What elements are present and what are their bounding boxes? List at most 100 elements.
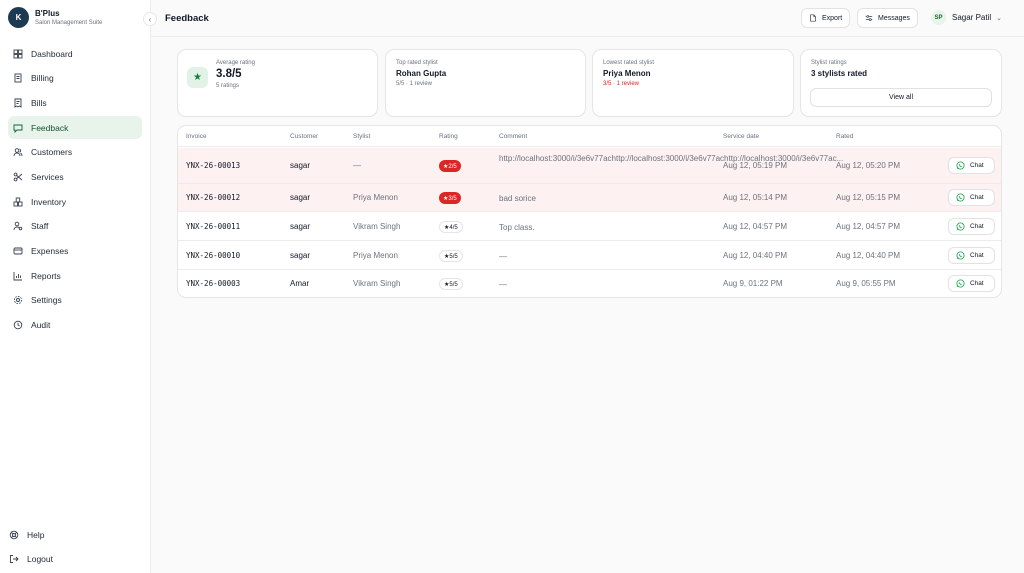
- sidebar-nav: Dashboard Billing Bills Feedback Customers Se…: [8, 42, 142, 338]
- sidebar-item-help[interactable]: Help: [8, 523, 142, 546]
- average-rating-card: ★ Average rating 3.8/5 5 ratings: [177, 49, 378, 117]
- service-date-cell: Aug 12, 04:40 PM: [723, 251, 788, 260]
- sidebar-item-label: Logout: [27, 554, 53, 565]
- rating-badge: ★2/5: [439, 160, 461, 172]
- sidebar-item-audit[interactable]: Audit: [8, 314, 142, 337]
- customer-cell: sagar: [290, 193, 311, 202]
- top-stylist-card: Top rated stylist Rohan Gupta 5/5 · 1 re…: [385, 49, 586, 117]
- column-header-rated: Rated: [836, 133, 854, 140]
- service-date-cell: Aug 12, 05:14 PM: [723, 193, 788, 202]
- sidebar-item-feedback[interactable]: Feedback: [8, 116, 142, 140]
- gear-icon: [12, 294, 24, 306]
- sidebar-item-label: Help: [27, 529, 45, 540]
- user-menu[interactable]: SP Sagar Patil ⌄: [931, 10, 1002, 25]
- invoice-cell[interactable]: YNX-26-00013: [186, 161, 240, 170]
- table-row[interactable]: YNX-26-00013 sagar — ★2/5 http://localhost:3…: [178, 148, 1001, 184]
- sidebar-item-bills[interactable]: Bills: [8, 91, 142, 114]
- table-row[interactable]: YNX-26-00011 sagar Vikram Singh ★4/5 Top cla…: [178, 212, 1001, 241]
- customer-cell: sagar: [290, 251, 311, 260]
- sidebar-item-billing[interactable]: Billing: [8, 67, 142, 90]
- invoice-cell[interactable]: YNX-26-00010: [186, 251, 240, 260]
- table-row[interactable]: YNX-26-00012 sagar Priya Menon ★3/5 bad sori…: [178, 184, 1001, 212]
- lowest-stylist-card: Lowest rated stylist Priya Menon 3/5 · 1…: [592, 49, 794, 117]
- comment-cell: http://localhost:3000/i/3e6v77achttp://l…: [499, 154, 844, 163]
- invoice-cell[interactable]: YNX-26-00011: [186, 222, 240, 231]
- sidebar-item-staff[interactable]: Staff: [8, 215, 142, 238]
- comment-cell: —: [499, 252, 507, 261]
- sidebar-item-label: Services: [31, 171, 64, 182]
- top-stylist-name: Rohan Gupta: [396, 69, 447, 78]
- chat-label: Chat: [970, 252, 984, 259]
- lowest-stylist-name: Priya Menon: [603, 69, 651, 78]
- sidebar-item-reports[interactable]: Reports: [8, 264, 142, 287]
- rating-badge: ★4/5: [439, 221, 463, 233]
- sidebar-item-dashboard[interactable]: Dashboard: [8, 42, 142, 65]
- view-all-button[interactable]: View all: [810, 88, 992, 107]
- brand-name: B'Plus: [35, 8, 60, 18]
- comment-cell: —: [499, 280, 507, 289]
- comment-cell: bad sorice: [499, 194, 536, 203]
- export-button[interactable]: Export: [801, 8, 851, 28]
- sidebar-item-label: Customers: [31, 147, 73, 158]
- sliders-icon: [865, 15, 873, 21]
- avatar: SP: [931, 10, 946, 25]
- stylist-cell: Priya Menon: [353, 251, 398, 260]
- messages-label: Messages: [878, 14, 910, 22]
- stylist-ratings-value: 3 stylists rated: [811, 69, 868, 78]
- chat-button[interactable]: Chat: [948, 218, 995, 235]
- help-icon: [8, 529, 20, 541]
- table-row[interactable]: YNX-26-00003 Amar Vikram Singh ★5/5 — Aug 9, …: [178, 270, 1001, 297]
- stylist-ratings-card: Stylist ratings 3 stylists rated View al…: [800, 49, 1002, 117]
- rating-badge: ★3/5: [439, 192, 461, 204]
- sidebar-item-services[interactable]: Services: [8, 165, 142, 188]
- audit-icon: [12, 319, 24, 331]
- file-icon: [810, 14, 816, 22]
- invoice-cell[interactable]: YNX-26-00012: [186, 193, 240, 202]
- sidebar-item-label: Dashboard: [31, 48, 73, 59]
- brand[interactable]: K B'Plus Salon Management Suite: [8, 7, 102, 28]
- sidebar-item-inventory[interactable]: Inventory: [8, 190, 142, 213]
- whatsapp-icon: [956, 193, 965, 202]
- rated-date-cell: Aug 12, 04:57 PM: [836, 222, 901, 231]
- invoice-cell[interactable]: YNX-26-00003: [186, 279, 240, 288]
- sidebar-item-label: Billing: [31, 73, 54, 84]
- feedback-icon: [12, 122, 24, 134]
- sidebar-item-label: Audit: [31, 320, 51, 331]
- stylist-cell: —: [353, 161, 361, 170]
- chat-label: Chat: [970, 223, 984, 230]
- sidebar-item-label: Feedback: [31, 122, 69, 133]
- billing-icon: [12, 72, 24, 84]
- column-header-comment: Comment: [499, 133, 528, 140]
- sidebar-item-label: Settings: [31, 295, 62, 306]
- expenses-icon: [12, 245, 24, 257]
- average-rating-value: 3.8/5: [216, 68, 242, 80]
- whatsapp-icon: [956, 222, 965, 231]
- rated-date-cell: Aug 12, 04:40 PM: [836, 251, 901, 260]
- brand-logo: K: [8, 7, 29, 28]
- dashboard-icon: [12, 48, 24, 60]
- table-row[interactable]: YNX-26-00010 sagar Priya Menon ★5/5 — Aug 12,…: [178, 241, 1001, 270]
- messages-button[interactable]: Messages: [857, 8, 918, 28]
- user-name: Sagar Patil: [952, 13, 992, 22]
- chat-button[interactable]: Chat: [948, 247, 995, 264]
- sidebar-item-logout[interactable]: Logout: [8, 548, 142, 571]
- sidebar-item-label: Staff: [31, 221, 49, 232]
- sidebar-item-settings[interactable]: Settings: [8, 289, 142, 312]
- sidebar: K B'Plus Salon Management Suite Dashboar…: [0, 0, 151, 573]
- whatsapp-icon: [956, 279, 965, 288]
- top-stylist-label: Top rated stylist: [396, 60, 438, 66]
- average-rating-label: Average rating: [216, 60, 255, 66]
- export-label: Export: [822, 14, 843, 22]
- sidebar-item-expenses[interactable]: Expenses: [8, 240, 142, 263]
- sidebar-item-label: Reports: [31, 270, 61, 281]
- lowest-stylist-label: Lowest rated stylist: [603, 60, 655, 66]
- chat-button[interactable]: Chat: [948, 189, 995, 206]
- chat-button[interactable]: Chat: [948, 275, 995, 292]
- rated-date-cell: Aug 12, 05:20 PM: [836, 161, 901, 170]
- chevron-left-icon[interactable]: ‹: [143, 12, 157, 26]
- customer-cell: Amar: [290, 279, 310, 288]
- stylist-cell: Vikram Singh: [353, 279, 401, 288]
- reports-icon: [12, 270, 24, 282]
- chat-button[interactable]: Chat: [948, 157, 995, 174]
- sidebar-item-customers[interactable]: Customers: [8, 141, 142, 164]
